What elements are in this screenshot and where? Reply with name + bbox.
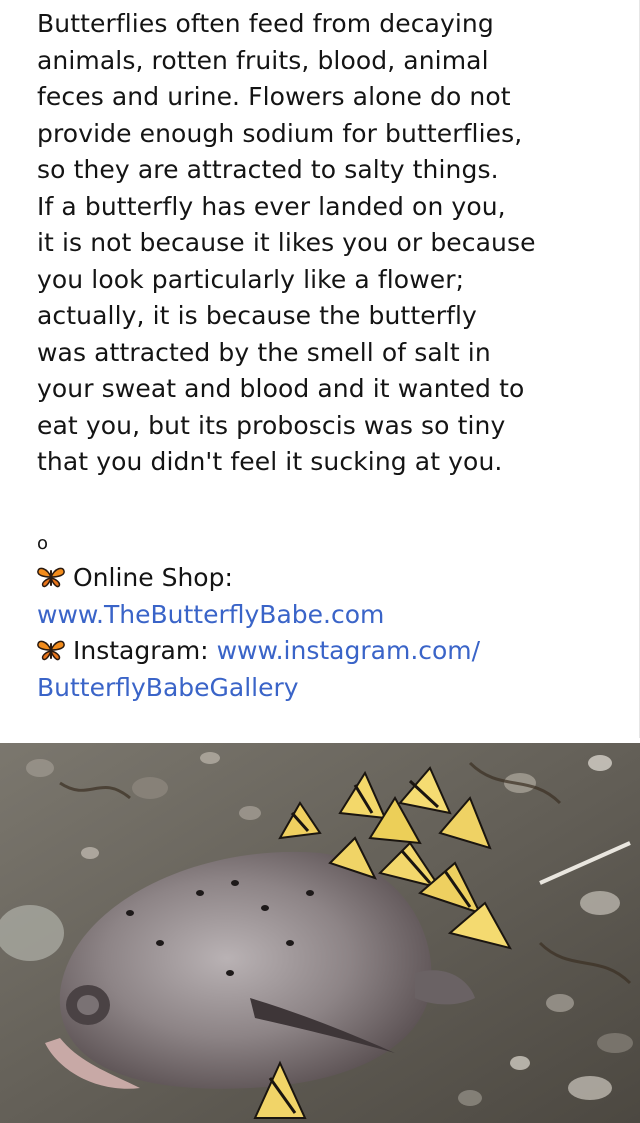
shop-link[interactable]: www.TheButterflyBabe.com — [37, 600, 384, 629]
photo-illustration — [0, 743, 640, 1123]
butterfly-emoji-icon — [37, 567, 65, 588]
shop-url-row: www.TheButterflyBabe.com — [37, 597, 627, 634]
shop-label: Online Shop: — [73, 563, 233, 592]
post-text-line: was attracted by the smell of salt in — [37, 337, 491, 367]
butterflies-on-dead-fish-photo — [0, 743, 640, 1123]
instagram-url-row: ButterflyBabeGallery — [37, 670, 627, 707]
post-text-line: so they are attracted to salty things. — [37, 155, 499, 184]
instagram-label: Instagram: — [73, 636, 209, 665]
post-text-line: it is not because it likes you or becaus… — [37, 228, 536, 257]
shop-row: Online Shop: — [37, 560, 627, 597]
post-text-line: eat you, but its proboscis was so tiny — [37, 410, 506, 440]
instagram-link-continued[interactable]: ButterflyBabeGallery — [37, 673, 299, 702]
post-text-line: animals, rotten fruits, blood, animal — [37, 45, 489, 75]
butterfly-emoji-icon — [37, 640, 65, 661]
links-block: Online Shop: www.TheButterflyBabe.com In… — [37, 560, 627, 706]
post-text-line: actually, it is because the butterfly — [37, 301, 477, 330]
post-card: Butterflies often feed from decaying ani… — [0, 0, 640, 738]
instagram-row: Instagram: www.instagram.com/ — [37, 633, 627, 670]
instagram-link[interactable]: www.instagram.com/ — [217, 636, 481, 665]
post-text-line: If a butterfly has ever landed on you, — [37, 191, 506, 221]
post-text-line: you look particularly like a flower; — [37, 264, 465, 294]
separator-dot: o — [37, 533, 49, 554]
post-text-line: feces and urine. Flowers alone do not — [37, 82, 511, 111]
post-text-line: that you didn't feel it sucking at you. — [37, 447, 503, 476]
post-text-line: provide enough sodium for butterflies, — [37, 118, 523, 148]
post-text-line: Butterflies often feed from decaying — [37, 9, 494, 38]
post-text-line: your sweat and blood and it wanted to — [37, 374, 525, 403]
post-body-text: Butterflies often feed from decaying ani… — [37, 6, 617, 481]
